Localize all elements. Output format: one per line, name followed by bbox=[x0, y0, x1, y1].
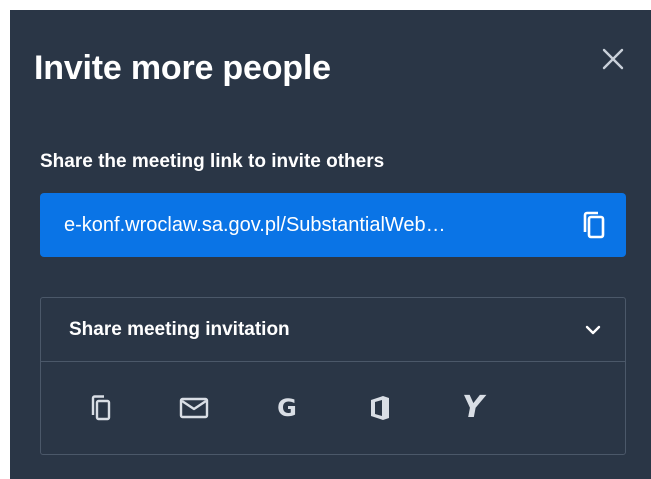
mail-icon bbox=[179, 397, 209, 419]
google-share-button[interactable]: G bbox=[269, 390, 305, 426]
email-share-button[interactable] bbox=[176, 390, 212, 426]
copy-invitation-icon bbox=[91, 395, 111, 421]
close-icon bbox=[602, 48, 624, 70]
office365-share-button[interactable] bbox=[362, 390, 398, 426]
office-icon bbox=[371, 396, 389, 420]
google-icon: G bbox=[277, 394, 297, 422]
copy-icon bbox=[583, 211, 605, 239]
share-options-row: G Y bbox=[41, 362, 625, 454]
copy-link-button[interactable] bbox=[576, 205, 612, 245]
share-invitation-title: Share meeting invitation bbox=[69, 318, 290, 340]
yahoo-share-button[interactable]: Y bbox=[455, 390, 491, 426]
yahoo-icon: Y bbox=[462, 390, 484, 425]
meeting-link-field[interactable]: e-konf.wroclaw.sa.gov.pl/SubstantialWeb… bbox=[40, 193, 626, 257]
share-link-label: Share the meeting link to invite others bbox=[40, 151, 385, 172]
chevron-down-icon bbox=[583, 320, 603, 340]
share-invitation-panel: Share meeting invitation G Y bbox=[40, 297, 626, 455]
close-button[interactable] bbox=[598, 44, 628, 74]
meeting-link-text: e-konf.wroclaw.sa.gov.pl/SubstantialWeb… bbox=[64, 214, 446, 236]
copy-invitation-button[interactable] bbox=[83, 390, 119, 426]
dialog-title: Invite more people bbox=[34, 49, 331, 87]
share-invitation-toggle[interactable]: Share meeting invitation bbox=[41, 298, 625, 362]
invite-dialog: Invite more people Share the meeting lin… bbox=[10, 10, 651, 479]
